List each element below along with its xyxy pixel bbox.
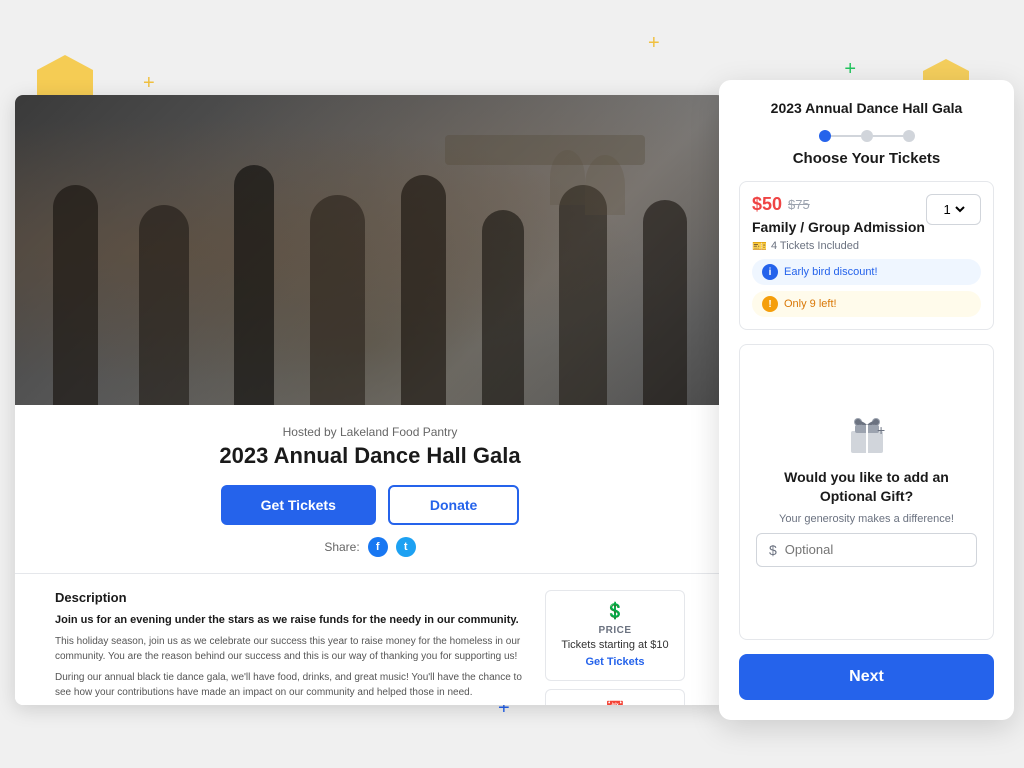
hero-image [15,95,725,405]
share-label: Share: [324,540,359,554]
description-lead: Join us for an evening under the stars a… [55,613,529,628]
donate-button[interactable]: Donate [388,485,519,525]
gift-icon: + [847,417,887,460]
bottom-content-section: Description Join us for an evening under… [35,590,705,705]
ticket-included-row: 🎫 4 Tickets Included [752,239,925,253]
description-body1: This holiday season, join us as we celeb… [55,634,529,664]
price-value: Tickets starting at $10 [558,638,672,652]
tickets-included-icon: 🎫 [752,239,767,253]
ticket-name: Family / Group Admission [752,219,925,235]
optional-gift-section: + Would you like to add an Optional Gift… [739,344,994,640]
quantity-dropdown[interactable]: 1 2 3 4 5 [940,201,968,218]
ticket-item-family-group: $50 $75 Family / Group Admission 🎫 4 Tic… [739,181,994,330]
content-divider [15,573,725,574]
description-heading: Description [55,590,529,605]
quantity-selector[interactable]: 1 2 3 4 5 [926,194,981,225]
step-dot-1 [819,130,831,142]
price-icon: 💲 [558,601,672,621]
ticket-price-current: $50 [752,194,782,215]
ticket-info: $50 $75 Family / Group Admission 🎫 4 Tic… [752,194,925,253]
ticket-pricing: $50 $75 [752,194,925,215]
plus-decoration-2: + [648,32,660,55]
ticket-top-row: $50 $75 Family / Group Admission 🎫 4 Tic… [752,194,981,253]
price-get-tickets-link[interactable]: Get Tickets [585,656,644,668]
plus-decoration-3: + [844,58,856,81]
gift-dollar-sign: $ [769,542,777,558]
step-dot-3 [903,130,915,142]
step-line-2 [873,135,903,137]
early-bird-badge: i Early bird discount! [752,259,981,285]
ticket-purchase-panel: 2023 Annual Dance Hall Gala Choose Your … [719,80,1014,720]
step-line-1 [831,135,861,137]
early-bird-text: Early bird discount! [784,266,878,278]
gift-input-wrapper[interactable]: $ [756,533,977,567]
event-title: 2023 Annual Dance Hall Gala [35,443,705,469]
price-info-card: 💲 PRICE Tickets starting at $10 Get Tick… [545,590,685,681]
limited-availability-badge: ! Only 9 left! [752,291,981,317]
tickets-included-text: 4 Tickets Included [771,240,859,252]
next-button[interactable]: Next [739,654,994,700]
info-cards-column: 💲 PRICE Tickets starting at $10 Get Tick… [545,590,685,705]
choose-tickets-heading: Choose Your Tickets [739,150,994,167]
ticket-price-original: $75 [788,197,810,212]
facebook-icon[interactable]: f [368,537,388,557]
panel-event-title: 2023 Annual Dance Hall Gala [739,100,994,116]
step-indicators [739,130,994,142]
optional-gift-title: Would you like to add an Optional Gift? [756,468,977,504]
ticket-badges: i Early bird discount! ! Only 9 left! [752,259,981,317]
description-body2: During our annual black tie dance gala, … [55,670,529,700]
description-column: Description Join us for an evening under… [55,590,529,705]
get-tickets-button[interactable]: Get Tickets [221,485,376,525]
price-label: PRICE [558,625,672,636]
action-buttons-row: Get Tickets Donate [35,485,705,525]
share-row: Share: f t [35,537,705,557]
limited-icon: ! [762,296,778,312]
datetime-icon: 📅 [558,700,672,705]
optional-gift-subtitle: Your generosity makes a difference! [779,513,954,525]
limited-text: Only 9 left! [784,298,837,310]
plus-decoration-1: + [143,72,155,95]
datetime-info-card: 📅 DATE & TIME Friday April 1st, 20236pm … [545,689,685,705]
early-bird-icon: i [762,264,778,280]
twitter-icon[interactable]: t [396,537,416,557]
svg-text:+: + [877,422,885,438]
event-content-area: Hosted by Lakeland Food Pantry 2023 Annu… [15,405,725,705]
event-page-window: Hosted by Lakeland Food Pantry 2023 Annu… [15,95,725,705]
gift-amount-input[interactable] [785,542,964,557]
hosted-by-text: Hosted by Lakeland Food Pantry [35,425,705,439]
step-dot-2 [861,130,873,142]
